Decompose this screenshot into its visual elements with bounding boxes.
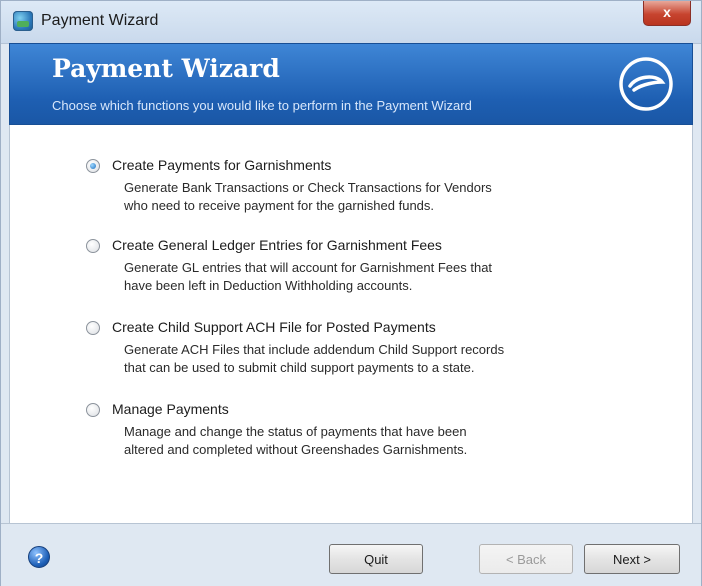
next-button[interactable]: Next >: [584, 544, 680, 574]
option-description-line: have been left in Deduction Withholding …: [124, 278, 413, 293]
option-label[interactable]: Create Payments for Garnishments: [112, 157, 331, 173]
app-icon: [13, 11, 33, 31]
option-label[interactable]: Create General Ledger Entries for Garnis…: [112, 237, 442, 253]
option-description-line: that can be used to submit child support…: [124, 360, 475, 375]
radio-create-payments[interactable]: [86, 159, 100, 173]
radio-gl-entries[interactable]: [86, 239, 100, 253]
option-description: Manage and change the status of payments…: [124, 423, 564, 459]
close-button[interactable]: x: [643, 1, 691, 26]
greenshades-logo-icon: [619, 57, 673, 111]
option-description-line: altered and completed without Greenshade…: [124, 442, 468, 457]
window-title: Payment Wizard: [41, 12, 159, 29]
banner-title: Payment Wizard: [52, 54, 280, 83]
option-label[interactable]: Create Child Support ACH File for Posted…: [112, 319, 436, 335]
option-description: Generate ACH Files that include addendum…: [124, 341, 564, 377]
title-bar[interactable]: Payment Wizard x: [1, 1, 701, 44]
quit-button[interactable]: Quit: [329, 544, 423, 574]
option-label[interactable]: Manage Payments: [112, 401, 229, 417]
options-panel: Create Payments for Garnishments Generat…: [9, 125, 693, 523]
option-description: Generate GL entries that will account fo…: [124, 259, 564, 295]
option-description-line: who need to receive payment for the garn…: [124, 198, 435, 213]
option-description-line: Manage and change the status of payments…: [124, 424, 467, 439]
help-icon[interactable]: ?: [28, 546, 50, 568]
option-description-line: Generate GL entries that will account fo…: [124, 260, 493, 275]
wizard-banner: Payment Wizard Choose which functions yo…: [9, 43, 693, 125]
back-button[interactable]: < Back: [479, 544, 573, 574]
option-description-line: Generate ACH Files that include addendum…: [124, 342, 505, 357]
button-bar: ? Quit < Back Next >: [1, 523, 701, 586]
option-description: Generate Bank Transactions or Check Tran…: [124, 179, 564, 215]
banner-subtitle: Choose which functions you would like to…: [52, 98, 472, 113]
option-description-line: Generate Bank Transactions or Check Tran…: [124, 180, 492, 195]
payment-wizard-window: Payment Wizard x Payment Wizard Choose w…: [0, 0, 702, 586]
radio-manage-payments[interactable]: [86, 403, 100, 417]
radio-child-support-ach[interactable]: [86, 321, 100, 335]
